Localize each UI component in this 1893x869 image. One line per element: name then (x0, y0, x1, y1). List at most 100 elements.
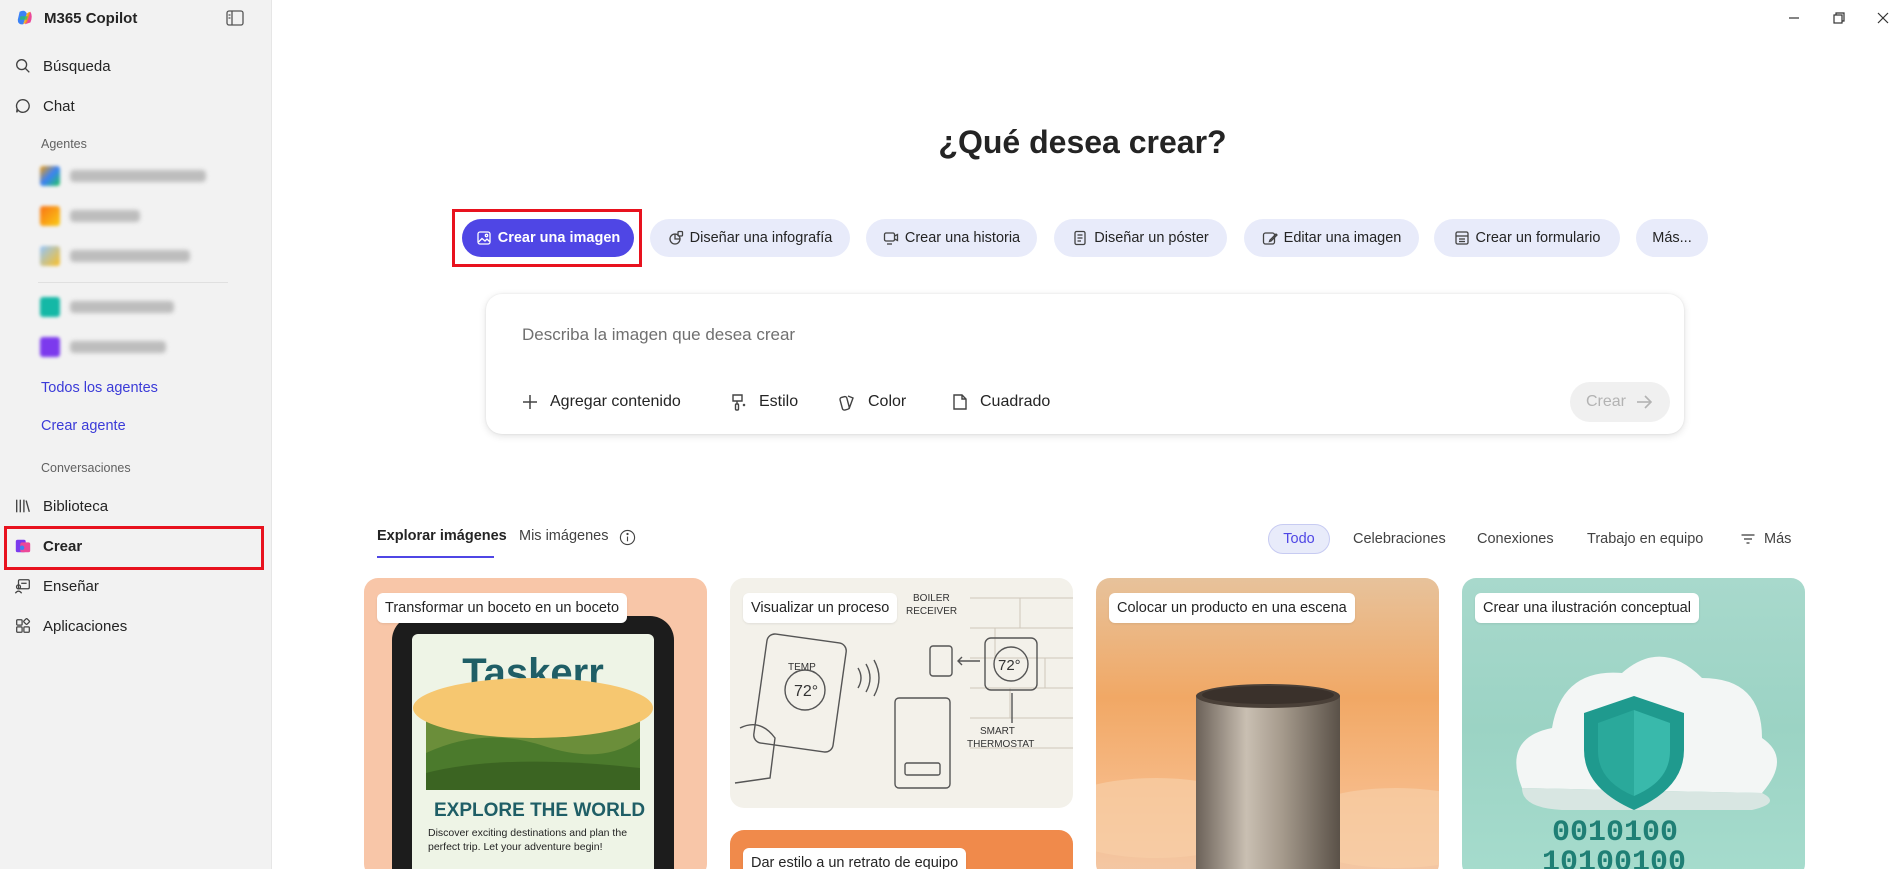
info-icon[interactable] (619, 529, 636, 546)
page-title: ¿Qué desea crear? (938, 124, 1227, 160)
sketch-smart-label: SMART (980, 726, 1015, 737)
chip-label: Crear una historia (904, 230, 1021, 246)
create-button[interactable]: Crear (1570, 382, 1670, 422)
sidebar-item-search[interactable]: Búsqueda (6, 49, 264, 83)
filter-icon (1741, 534, 1755, 544)
card-label: Crear una ilustración conceptual (1475, 593, 1699, 623)
tablet-headline: EXPLORE THE WORLD (434, 800, 645, 821)
chat-icon (15, 99, 30, 113)
sketch-thermostat-value: 72° (998, 657, 1021, 674)
chip-label: Diseñar una infografía (689, 230, 833, 246)
tablet-body-1: Discover exciting destinations and plan … (428, 827, 627, 839)
square-icon (953, 394, 967, 410)
add-content-button[interactable]: Agregar contenido (520, 390, 681, 414)
all-agents-link[interactable]: Todos los agentes (41, 380, 158, 396)
chip-design-infographic[interactable]: Diseñar una infografía (650, 219, 850, 257)
sketch-temp-label: TEMP (788, 662, 816, 673)
form-icon (1454, 231, 1469, 245)
agent-name-blurred (70, 210, 140, 222)
card-label: Colocar un producto en una escena (1109, 593, 1355, 623)
style-label: Estilo (759, 393, 799, 410)
agent-avatar (40, 246, 60, 266)
copilot-logo-icon (17, 10, 32, 25)
sidebar-item-apps[interactable]: Aplicaciones (6, 609, 264, 643)
sketch-thermostat-label: THERMOSTAT (967, 739, 1034, 750)
prompt-input[interactable] (522, 320, 1522, 350)
poster-icon (1074, 230, 1086, 246)
create-button-label: Crear (1585, 393, 1626, 410)
sidebar-item-label: Biblioteca (43, 497, 109, 515)
agent-name-blurred (70, 250, 190, 262)
color-button[interactable]: Color (838, 390, 906, 414)
search-icon (16, 59, 30, 73)
sidebar-item-chat[interactable]: Chat (6, 89, 264, 123)
selected-highlight-create-image (452, 209, 642, 267)
chip-label: Crear un formulario (1475, 230, 1601, 246)
sidebar-item-teach[interactable]: Enseñar (6, 569, 264, 603)
sketch-receiver-label: RECEIVER (906, 606, 957, 617)
tab-my-images[interactable]: Mis imágenes (519, 528, 608, 544)
apps-icon (16, 618, 31, 633)
sketch-temp-value: 72° (794, 683, 818, 700)
conversations-heading: Conversaciones (41, 461, 131, 475)
sidebar-item-label: Chat (43, 97, 75, 115)
filter-connections[interactable]: Conexiones (1477, 524, 1554, 554)
library-icon (16, 499, 30, 513)
filter-label: Celebraciones (1353, 531, 1446, 547)
sidebar-agent[interactable] (40, 163, 206, 189)
color-icon (839, 395, 854, 411)
chip-more[interactable]: Más... (1636, 219, 1708, 257)
aspect-ratio-button[interactable]: Cuadrado (950, 390, 1050, 414)
filter-all[interactable]: Todo (1268, 524, 1330, 554)
agent-avatar (40, 206, 60, 226)
card-visualize-process[interactable]: TEMP 72° BOILER RECEIVER 72° SMART THERM… (730, 578, 1073, 808)
sidebar-divider (38, 282, 228, 283)
card-style-team-portrait[interactable]: Dar estilo a un retrato de equipo (730, 830, 1073, 869)
filter-celebrations[interactable]: Celebraciones (1353, 524, 1446, 554)
sidebar-agent[interactable] (40, 203, 140, 229)
chip-create-form[interactable]: Crear un formulario (1434, 219, 1620, 257)
card-product-in-scene[interactable]: Colocar un producto en una escena (1096, 578, 1439, 869)
tablet-body-2: perfect trip. Let your adventure begin! (428, 841, 603, 853)
card-sketch-to-sketch[interactable]: Taskerr EXPLORE THE WORLD Discover excit… (364, 578, 707, 869)
close-icon[interactable] (1873, 8, 1893, 28)
prompt-box: Agregar contenido Estilo Color Cuadrado … (486, 294, 1684, 434)
chip-edit-image[interactable]: Editar una imagen (1244, 219, 1419, 257)
agent-name-blurred (70, 170, 206, 182)
chip-create-story[interactable]: Crear una historia (866, 219, 1037, 257)
filter-teamwork[interactable]: Trabajo en equipo (1587, 524, 1703, 554)
restore-icon[interactable] (1829, 8, 1849, 28)
sidebar-item-label: Aplicaciones (43, 617, 128, 635)
plus-icon (523, 395, 537, 409)
sidebar-agent[interactable] (40, 243, 190, 269)
selected-highlight-create (4, 526, 264, 570)
minimize-icon[interactable] (1784, 8, 1804, 28)
tab-explore-images[interactable]: Explorar imágenes (377, 528, 507, 544)
sidebar-item-label: Enseñar (43, 577, 99, 595)
card-label: Dar estilo a un retrato de equipo (743, 848, 967, 869)
filter-label: Más (1764, 531, 1792, 547)
sketch-boiler-label: BOILER (913, 593, 950, 604)
filter-label: Trabajo en equipo (1587, 531, 1704, 547)
binary-text-line-2: 10100100 (1542, 846, 1686, 869)
create-agent-link[interactable]: Crear agente (41, 418, 126, 434)
arrow-right-icon (1637, 395, 1653, 409)
agent-avatar (40, 337, 60, 357)
sidebar-agent[interactable] (40, 334, 166, 360)
style-button[interactable]: Estilo (729, 390, 798, 414)
sidebar-item-library[interactable]: Biblioteca (6, 489, 264, 523)
agent-avatar (40, 166, 60, 186)
teach-icon (14, 579, 30, 594)
infographic-icon (669, 230, 683, 245)
card-concept-illustration[interactable]: 0010100 10100100 Crear una ilustración c… (1462, 578, 1805, 869)
square-label: Cuadrado (980, 393, 1051, 410)
agent-name-blurred (70, 341, 166, 353)
agent-name-blurred (70, 301, 174, 313)
sidebar-toggle-icon[interactable] (226, 10, 244, 26)
filter-more[interactable]: Más (1740, 524, 1791, 554)
edit-image-icon (1262, 232, 1278, 245)
filter-label: Conexiones (1477, 531, 1554, 547)
sidebar-agent[interactable] (40, 294, 174, 320)
sidebar: M365 Copilot Búsqueda Chat Agentes Todos… (0, 0, 272, 869)
chip-design-poster[interactable]: Diseñar un póster (1054, 219, 1227, 257)
